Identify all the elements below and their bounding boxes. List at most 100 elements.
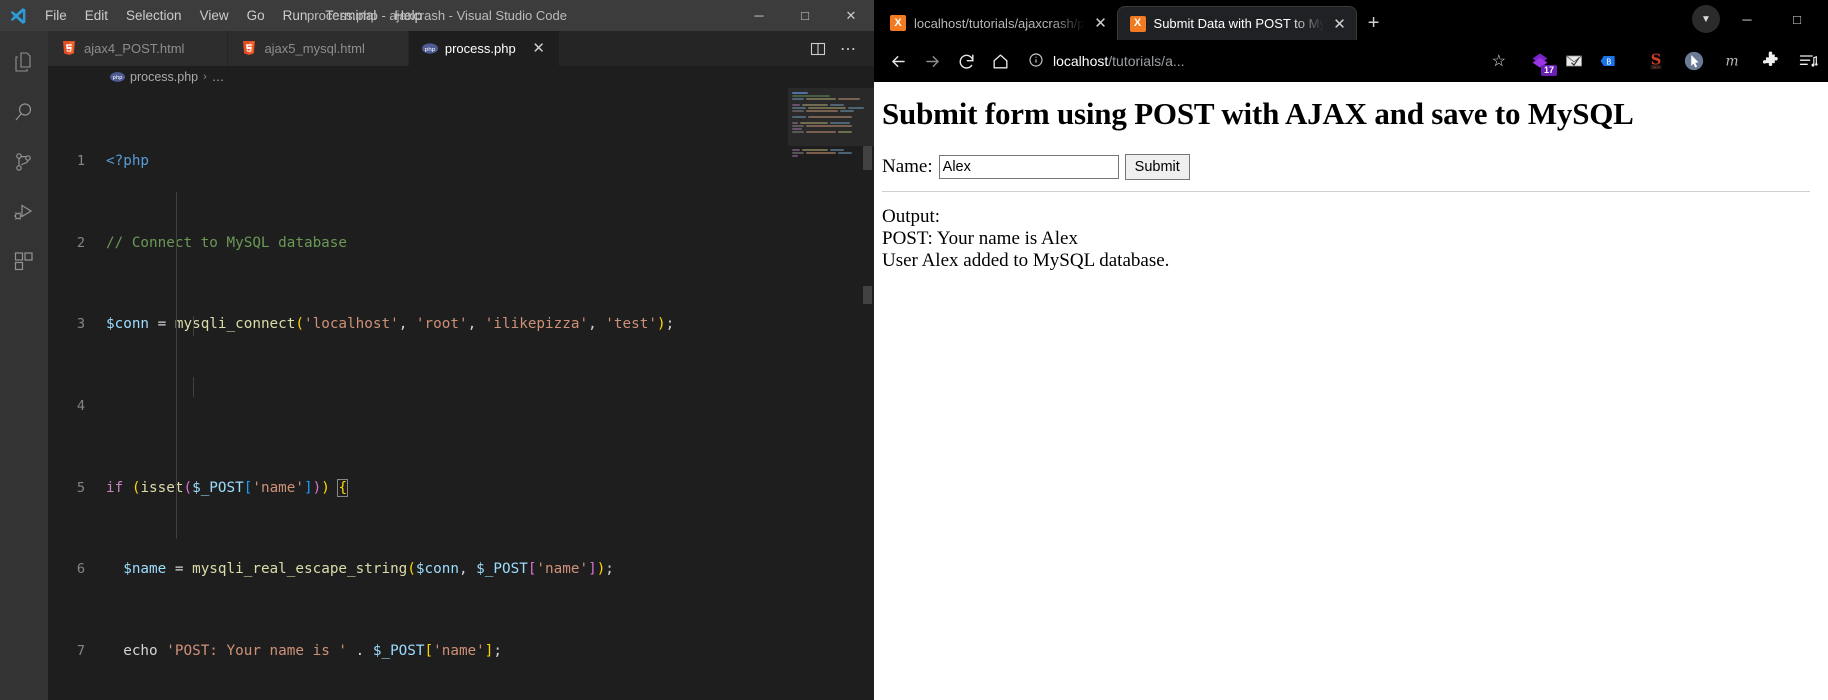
vscode-minimize-button[interactable]: ─ bbox=[736, 0, 782, 31]
browser-tabstrip: X localhost/tutorials/ajaxcrash/p ✕ X Su… bbox=[874, 0, 1828, 40]
code-scroll-region[interactable]: 1 <?php 2 // Connect to MySQL database 3 $c… bbox=[48, 88, 788, 700]
name-form: Name: Submit bbox=[882, 154, 1810, 180]
browser-maximize-button[interactable]: □ bbox=[1774, 2, 1820, 36]
name-label: Name: bbox=[882, 156, 933, 177]
mail-extension-icon[interactable] bbox=[1562, 49, 1586, 73]
activity-extensions-icon[interactable] bbox=[0, 237, 48, 287]
code-line: 6 $name = mysqli_real_escape_string($con… bbox=[48, 559, 788, 579]
output-title: Output: bbox=[882, 206, 941, 227]
new-tab-button[interactable]: + bbox=[1357, 6, 1391, 40]
vscode-logo-icon bbox=[0, 6, 36, 26]
php-icon: php bbox=[110, 70, 125, 85]
bookmark-tag-extension-icon[interactable]: B bbox=[1596, 49, 1620, 73]
extensions-strip: 17 B bbox=[1522, 49, 1620, 76]
menu-run[interactable]: Run bbox=[274, 0, 317, 31]
menu-file[interactable]: File bbox=[36, 0, 76, 31]
vscode-window: File Edit Selection View Go Run Terminal… bbox=[0, 0, 874, 700]
indent-guide bbox=[176, 192, 177, 498]
line-number: 7 bbox=[76, 642, 85, 659]
line-content: $name = mysqli_real_escape_string($conn,… bbox=[123, 561, 614, 578]
indent-guide bbox=[193, 377, 194, 397]
xampp-icon: X bbox=[1129, 15, 1146, 32]
indent-guide bbox=[193, 316, 194, 336]
info-circle-icon[interactable] bbox=[1028, 52, 1044, 71]
editor-tab-label: ajax4_POST.html bbox=[84, 41, 185, 56]
vscode-body: ajax4_POST.html ✕ ajax5_mysql.html bbox=[0, 31, 874, 700]
menu-go[interactable]: Go bbox=[238, 0, 274, 31]
activity-explorer-icon[interactable] bbox=[0, 37, 48, 87]
editor-tab-ajax5-mysql-html[interactable]: ajax5_mysql.html ✕ bbox=[228, 31, 409, 66]
line-number: 6 bbox=[76, 561, 85, 578]
menu-view[interactable]: View bbox=[191, 0, 238, 31]
home-icon[interactable] bbox=[984, 45, 1016, 77]
breadcrumb-more[interactable]: … bbox=[212, 70, 225, 84]
output-line: User Alex added to MySQL database. bbox=[882, 250, 1170, 271]
address-bar[interactable]: localhost/tutorials/a... ☆ bbox=[1018, 46, 1520, 76]
editor-tab-process-php[interactable]: php process.php ✕ bbox=[408, 31, 560, 66]
svg-text:php: php bbox=[112, 75, 123, 81]
xampp-icon: X bbox=[890, 15, 906, 31]
code-line: 2 // Connect to MySQL database bbox=[48, 233, 788, 253]
line-number: 1 bbox=[76, 153, 85, 170]
reading-list-menu-icon[interactable] bbox=[1796, 49, 1820, 73]
breadcrumb-file[interactable]: process.php bbox=[130, 70, 198, 84]
editor-minimap[interactable] bbox=[788, 88, 874, 700]
line-content: <?php bbox=[106, 153, 150, 170]
browser-tab-title: Submit Data with POST to My bbox=[1153, 16, 1324, 31]
vscode-maximize-button[interactable]: □ bbox=[782, 0, 828, 31]
vscode-editor-area: ajax4_POST.html ✕ ajax5_mysql.html bbox=[48, 31, 874, 700]
code-editor[interactable]: 1 <?php 2 // Connect to MySQL database 3 $c… bbox=[48, 88, 874, 700]
name-input[interactable] bbox=[938, 155, 1119, 179]
m-extension-icon[interactable]: m bbox=[1720, 49, 1744, 73]
address-bar-url[interactable]: localhost/tutorials/a... bbox=[1053, 53, 1185, 69]
menu-help[interactable]: Help bbox=[385, 0, 431, 31]
vscode-menubar[interactable]: File Edit Selection View Go Run Terminal… bbox=[36, 0, 431, 31]
html5-icon bbox=[61, 41, 77, 57]
code-line: 1 <?php bbox=[48, 151, 788, 171]
svg-text:php: php bbox=[425, 47, 436, 53]
editor-scrollbar[interactable] bbox=[860, 88, 874, 700]
line-number: 2 bbox=[76, 234, 85, 251]
code-lines: 1 <?php 2 // Connect to MySQL database 3 $c… bbox=[48, 88, 788, 700]
submit-button[interactable]: Submit bbox=[1124, 154, 1190, 180]
menu-terminal[interactable]: Terminal bbox=[316, 0, 385, 31]
line-number: 3 bbox=[76, 316, 85, 333]
cursor-extension-icon[interactable] bbox=[1682, 49, 1706, 73]
code-line: 4 bbox=[48, 396, 788, 416]
sticky-notes-extension-icon[interactable]: 17 bbox=[1528, 49, 1557, 76]
editor-more-actions-icon[interactable]: ⋯ bbox=[834, 31, 862, 66]
svg-text:SEO: SEO bbox=[1652, 66, 1660, 70]
chevron-down-icon[interactable]: ▼ bbox=[1692, 5, 1720, 33]
browser-tab-close-icon[interactable]: ✕ bbox=[1332, 15, 1348, 33]
scrollbar-thumb[interactable] bbox=[863, 146, 872, 170]
editor-tab-label: process.php bbox=[444, 41, 516, 56]
browser-tab-submit-data-post[interactable]: X Submit Data with POST to My ✕ bbox=[1116, 6, 1357, 40]
browser-viewport[interactable]: Submit form using POST with AJAX and sav… bbox=[874, 82, 1828, 700]
editor-tab-close-icon[interactable]: ✕ bbox=[531, 41, 547, 56]
activity-search-icon[interactable] bbox=[0, 87, 48, 137]
back-arrow-icon[interactable] bbox=[882, 45, 914, 77]
forward-arrow-icon[interactable] bbox=[916, 45, 948, 77]
menu-edit[interactable]: Edit bbox=[76, 0, 117, 31]
puzzle-extensions-menu-icon[interactable] bbox=[1758, 49, 1782, 73]
browser-tabstrip-right: ▼ ─ □ bbox=[1692, 2, 1828, 40]
browser-minimize-button[interactable]: ─ bbox=[1724, 2, 1770, 36]
reload-icon[interactable] bbox=[950, 45, 982, 77]
split-editor-icon[interactable] bbox=[804, 31, 832, 66]
activity-source-control-icon[interactable] bbox=[0, 137, 48, 187]
vscode-close-button[interactable]: ✕ bbox=[828, 0, 874, 31]
breadcrumb-separator-icon: › bbox=[203, 71, 207, 83]
browser-window: X localhost/tutorials/ajaxcrash/p ✕ X Su… bbox=[874, 0, 1828, 700]
scrollbar-thumb[interactable] bbox=[863, 286, 872, 304]
svg-text:m: m bbox=[1725, 54, 1738, 70]
seo-extension-icon[interactable]: S SEO bbox=[1644, 49, 1668, 73]
bookmark-star-icon[interactable]: ☆ bbox=[1492, 51, 1510, 71]
html5-icon bbox=[241, 41, 257, 57]
editor-tab-ajax4-post-html[interactable]: ajax4_POST.html ✕ bbox=[48, 31, 229, 66]
browser-tab-localhost-ajaxcrash[interactable]: X localhost/tutorials/ajaxcrash/p ✕ bbox=[878, 6, 1117, 40]
menu-selection[interactable]: Selection bbox=[117, 0, 191, 31]
line-content: // Connect to MySQL database bbox=[106, 234, 348, 251]
url-host: localhost bbox=[1053, 53, 1109, 69]
activity-run-debug-icon[interactable] bbox=[0, 187, 48, 237]
browser-tab-close-icon[interactable]: ✕ bbox=[1093, 14, 1109, 32]
